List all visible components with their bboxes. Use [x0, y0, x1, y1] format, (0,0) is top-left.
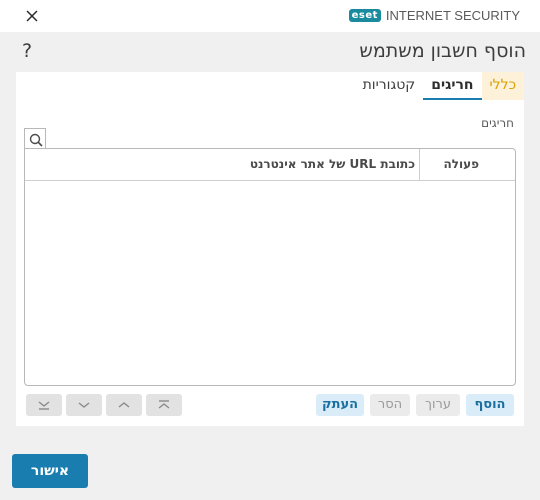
edit-button[interactable]: ערוך — [416, 394, 460, 416]
search-icon[interactable] — [24, 128, 46, 149]
logo-badge: eset — [348, 9, 381, 22]
close-icon[interactable] — [22, 6, 42, 26]
eset-logo: eset INTERNET SECURITY — [348, 8, 520, 23]
copy-button[interactable]: העתק — [316, 394, 364, 416]
add-button[interactable]: הוסף — [466, 394, 514, 416]
dialog-title: הוסף חשבון משתמש — [359, 40, 526, 62]
tab-exceptions[interactable]: חריגים — [423, 72, 482, 100]
chevron-up-icon[interactable] — [106, 394, 142, 416]
product-name: INTERNET SECURITY — [385, 8, 520, 23]
remove-button[interactable]: הסר — [370, 394, 410, 416]
table-header: פעולה כתובת URL של אתר אינטרנט — [25, 149, 515, 181]
title-bar: eset INTERNET SECURITY — [0, 0, 540, 32]
section-label: חריגים — [481, 116, 514, 130]
tab-categories[interactable]: קטגוריות — [355, 72, 424, 100]
exceptions-table[interactable]: פעולה כתובת URL של אתר אינטרנט — [24, 148, 516, 386]
move-bottom-icon[interactable] — [26, 394, 62, 416]
ok-button[interactable]: אישור — [12, 454, 88, 488]
column-header-action[interactable]: פעולה — [419, 149, 515, 180]
move-top-icon[interactable] — [146, 394, 182, 416]
help-icon[interactable]: ? — [22, 40, 32, 62]
tab-general[interactable]: כללי — [481, 72, 524, 100]
column-header-url[interactable]: כתובת URL של אתר אינטרנט — [25, 149, 419, 180]
tab-bar: כללי חריגים קטגוריות — [355, 72, 524, 100]
chevron-down-icon[interactable] — [66, 394, 102, 416]
